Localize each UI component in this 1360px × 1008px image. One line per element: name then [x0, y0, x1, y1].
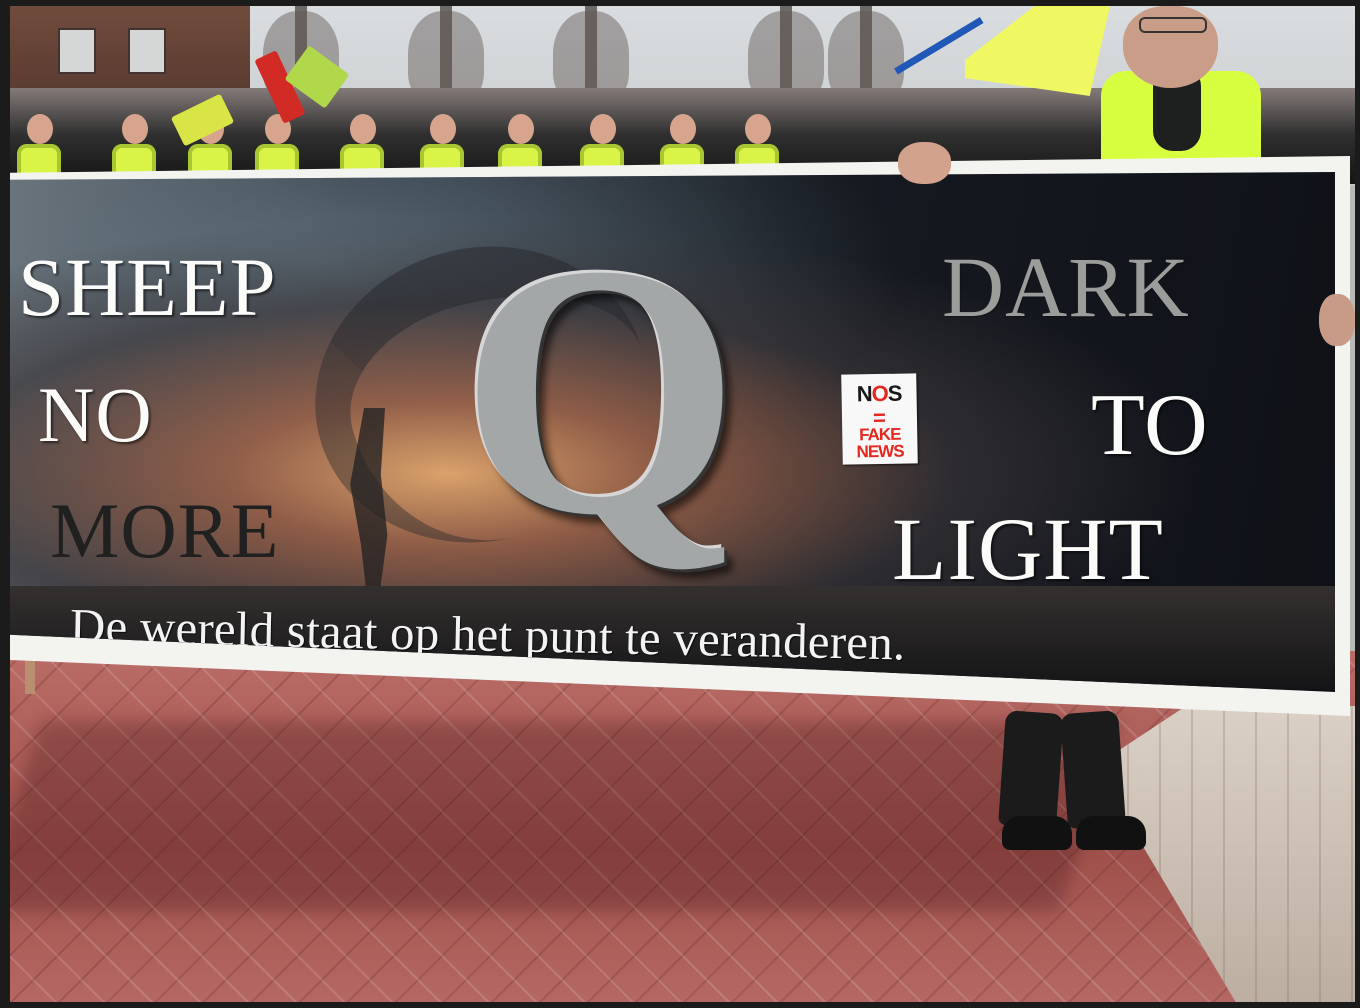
sticker-title-s: S: [887, 380, 902, 406]
glasses-icon: [1139, 17, 1207, 33]
protester-head: [508, 114, 534, 144]
banner-word-light: LIGHT: [892, 501, 1164, 599]
sticker-title-o: O: [871, 380, 888, 407]
protester-head: [745, 114, 771, 144]
holding-hand: [898, 142, 951, 184]
left-boot: [1002, 816, 1072, 850]
q-letter: Q: [460, 190, 741, 589]
left-leg: [998, 710, 1064, 829]
person-legs: [998, 710, 1152, 850]
protester-head: [122, 114, 148, 144]
right-leg: [1060, 710, 1126, 829]
building-window: [128, 28, 166, 74]
protester-head: [590, 114, 616, 144]
protest-banner: SHEEP NO MORE Q DARK TO LIGHT NOS = FAKE…: [10, 172, 1335, 692]
right-boot: [1076, 816, 1146, 850]
banner-word-sheep: SHEEP: [18, 241, 277, 333]
sticker-line-news: NEWS: [856, 441, 904, 462]
sticker-title: NOS: [841, 380, 916, 407]
sticker-title-n: N: [856, 381, 872, 407]
sticker-line-fake: FAKE: [858, 424, 901, 445]
banner-shadow: [10, 721, 1121, 911]
protester-head: [670, 114, 696, 144]
protester-head: [27, 114, 53, 144]
protester-head: [350, 114, 376, 144]
banner-word-to: TO: [1091, 377, 1209, 474]
protest-photo: SHEEP NO MORE Q DARK TO LIGHT NOS = FAKE…: [10, 6, 1355, 1002]
banner-word-dark: DARK: [942, 239, 1190, 335]
banner-word-more: MORE: [50, 487, 280, 574]
holding-hand: [1319, 294, 1355, 346]
protester-head: [430, 114, 456, 144]
building-window: [58, 28, 96, 74]
nos-fake-news-sticker: NOS = FAKE NEWS: [841, 373, 918, 465]
banner-word-no: NO: [38, 371, 153, 458]
